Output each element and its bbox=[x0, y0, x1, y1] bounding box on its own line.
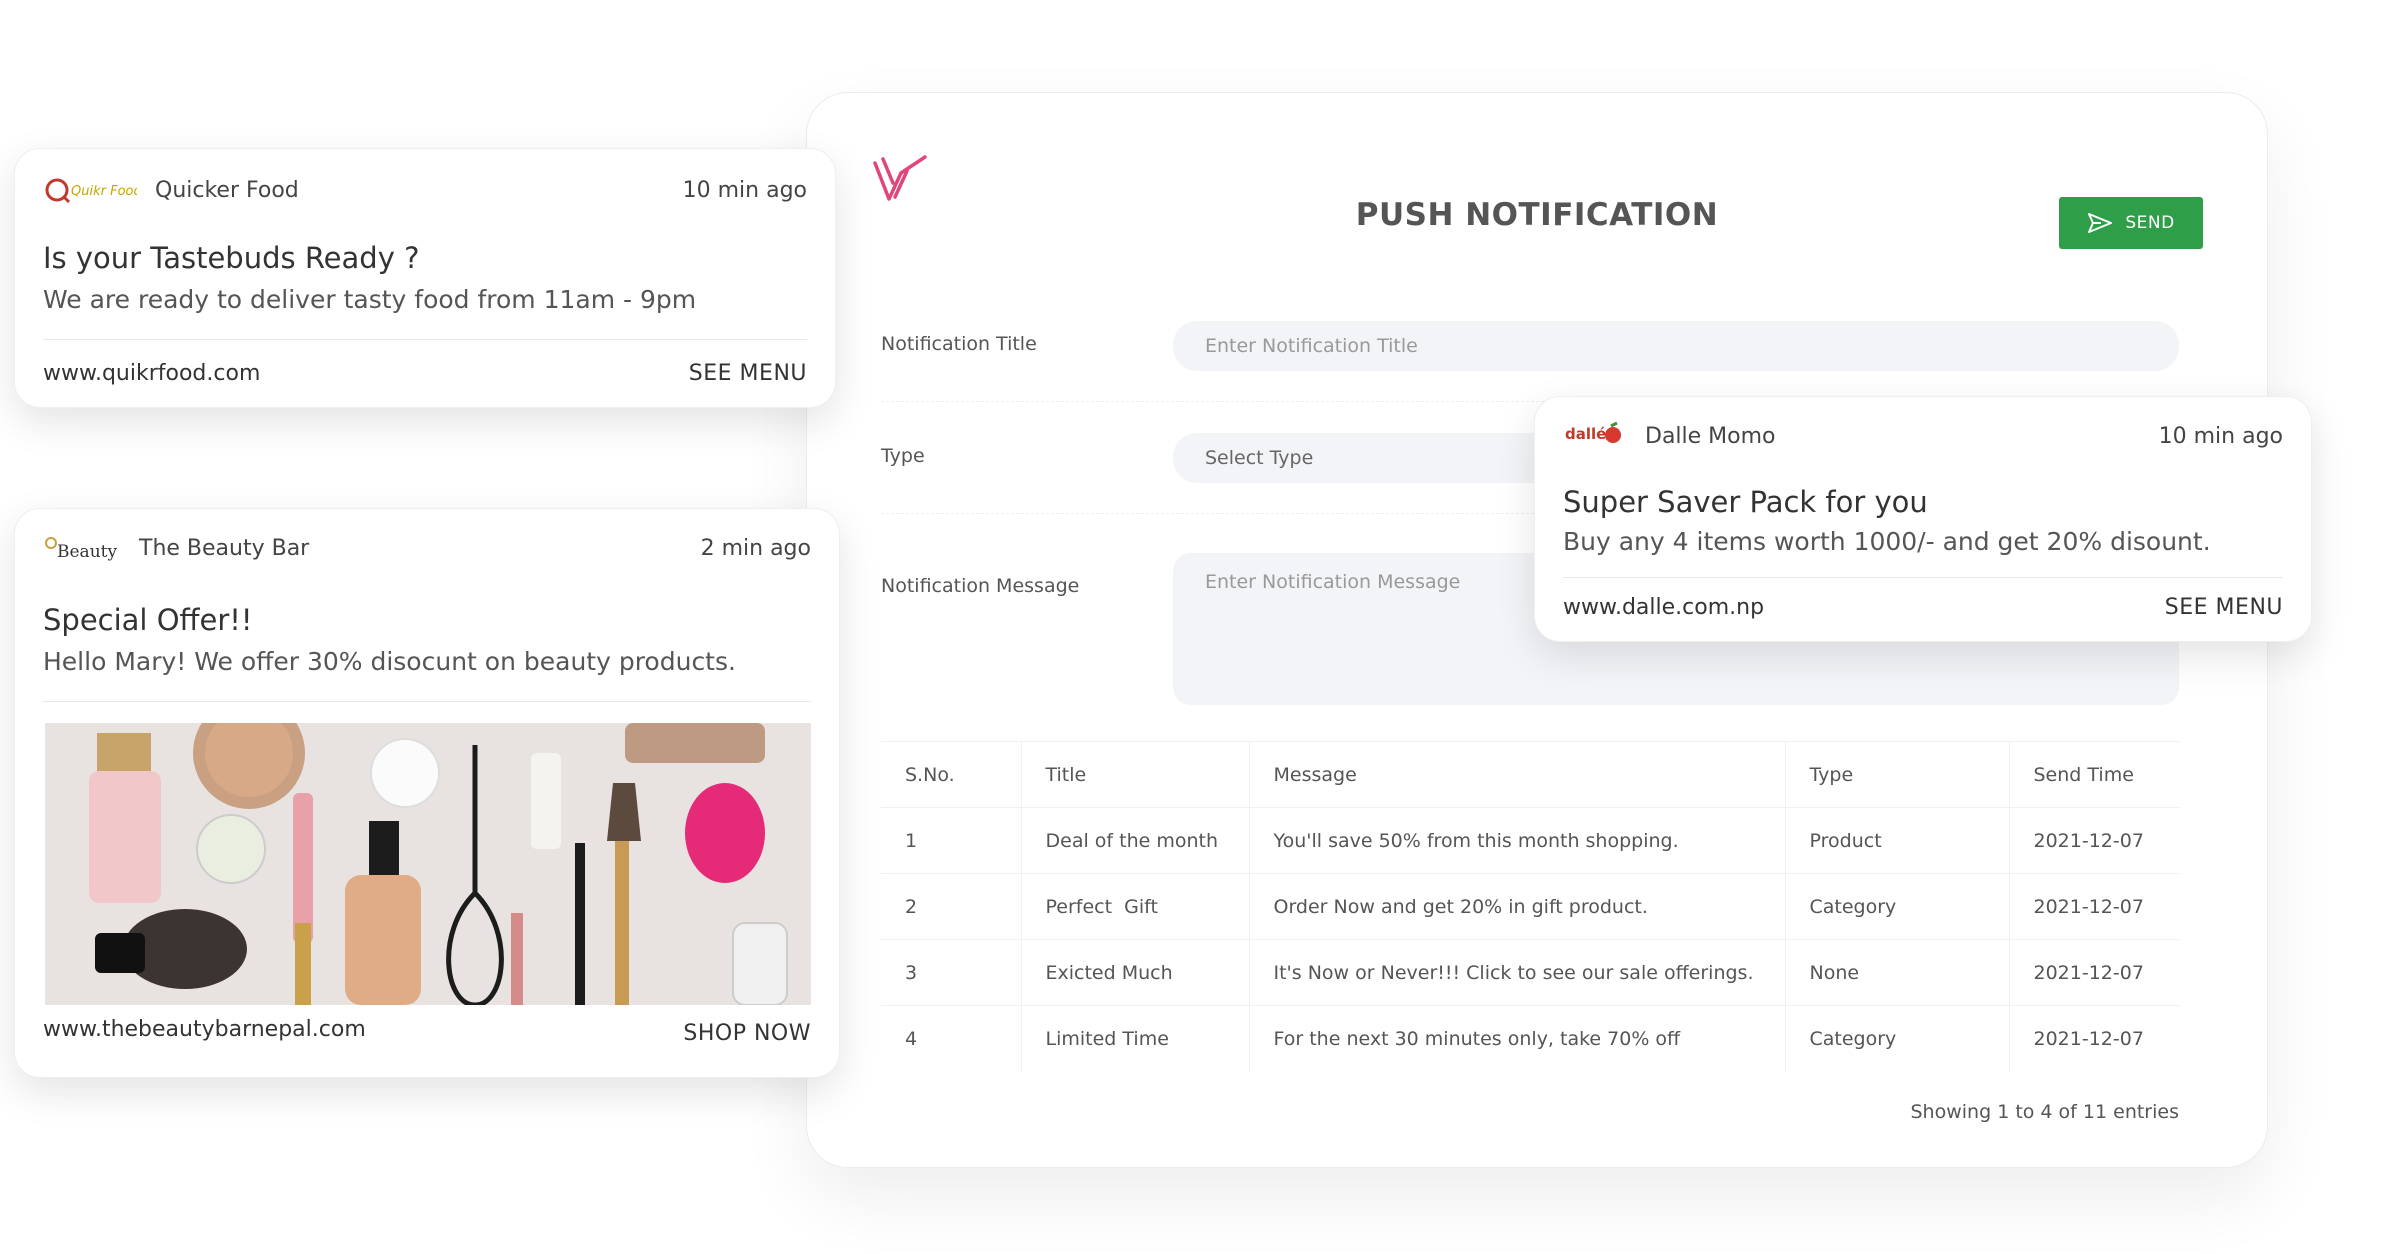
cell-send-time: 2021-12-07 bbox=[2009, 1005, 2179, 1072]
notification-table: S.No. Title Message Type Send Time 1 Dea… bbox=[881, 741, 2179, 1072]
notification-card-beauty-bar[interactable]: Beauty The Beauty Bar 2 min ago Special … bbox=[14, 508, 840, 1078]
notification-card-dalle-momo[interactable]: dallé Dalle Momo 10 min ago Super Saver … bbox=[1534, 396, 2312, 642]
card-url-link[interactable]: www.thebeautybarnepal.com bbox=[43, 1017, 366, 1042]
cell-message: For the next 30 minutes only, take 70% o… bbox=[1249, 1005, 1786, 1072]
cell-message: It's Now or Never!!! Click to see our sa… bbox=[1249, 939, 1786, 1006]
notification-message: We are ready to deliver tasty food from … bbox=[43, 285, 697, 314]
cell-message: You'll save 50% from this month shopping… bbox=[1249, 807, 1786, 874]
cell-title: Exicted Much bbox=[1021, 939, 1250, 1006]
quicker-food-logo-icon: Quikr Food bbox=[43, 175, 137, 205]
cell-sno: 2 bbox=[881, 873, 1022, 940]
table-row[interactable]: 3 Exicted Much It's Now or Never!!! Clic… bbox=[881, 939, 2179, 1006]
notification-message-label: Notification Message bbox=[881, 575, 1080, 597]
table-row[interactable]: 4 Limited Time For the next 30 minutes o… bbox=[881, 1005, 2179, 1072]
notification-card-quicker-food[interactable]: Quikr Food Quicker Food 10 min ago Is yo… bbox=[14, 148, 836, 408]
table-row[interactable]: 2 Perfect Gift Order Now and get 20% in … bbox=[881, 873, 2179, 940]
pagination-info: Showing 1 to 4 of 11 entries bbox=[1910, 1101, 2180, 1123]
cell-send-time: 2021-12-07 bbox=[2009, 807, 2179, 874]
column-header: S.No. bbox=[881, 741, 1022, 808]
table-header-row: S.No. Title Message Type Send Time bbox=[881, 741, 2179, 808]
cell-sno: 4 bbox=[881, 1005, 1022, 1072]
beauty-bar-logo-icon: Beauty bbox=[43, 533, 121, 563]
column-header: Type bbox=[1785, 741, 2010, 808]
quicker-logo-text: Quikr Food bbox=[71, 184, 137, 199]
dalle-logo-text: dallé bbox=[1565, 425, 1606, 443]
cell-send-time: 2021-12-07 bbox=[2009, 939, 2179, 1006]
send-button[interactable]: SEND bbox=[2059, 197, 2203, 249]
cell-message: Order Now and get 20% in gift product. bbox=[1249, 873, 1786, 940]
notification-title: Special Offer!! bbox=[43, 603, 253, 637]
cell-sno: 3 bbox=[881, 939, 1022, 1006]
send-icon bbox=[2088, 213, 2113, 233]
notification-message: Hello Mary! We offer 30% disocunt on bea… bbox=[43, 647, 736, 676]
card-divider bbox=[43, 339, 807, 340]
notification-title: Super Saver Pack for you bbox=[1563, 485, 1928, 519]
cell-title: Perfect Gift bbox=[1021, 873, 1250, 940]
cell-title: Limited Time bbox=[1021, 1005, 1250, 1072]
card-divider bbox=[1563, 577, 2283, 578]
beauty-logo-text: Beauty bbox=[57, 542, 117, 562]
column-header: Title bbox=[1021, 741, 1250, 808]
notification-title-label: Notification Title bbox=[881, 333, 1037, 355]
timestamp: 10 min ago bbox=[682, 177, 807, 203]
see-menu-button[interactable]: SEE MENU bbox=[2165, 595, 2283, 620]
beauty-products-image bbox=[45, 723, 811, 1005]
column-header: Message bbox=[1249, 741, 1786, 808]
send-label: SEND bbox=[2125, 213, 2175, 233]
cell-sno: 1 bbox=[881, 807, 1022, 874]
shop-now-button[interactable]: SHOP NOW bbox=[683, 1021, 811, 1046]
cell-title: Deal of the month bbox=[1021, 807, 1250, 874]
timestamp: 2 min ago bbox=[700, 535, 811, 561]
notification-title: Is your Tastebuds Ready ? bbox=[43, 241, 420, 275]
column-header: Send Time bbox=[2033, 763, 2134, 786]
cell-type: Category bbox=[1785, 1005, 2010, 1072]
brand-name: Quicker Food bbox=[155, 177, 299, 203]
table-row[interactable]: 1 Deal of the month You'll save 50% from… bbox=[881, 807, 2179, 874]
type-label: Type bbox=[881, 445, 925, 467]
card-url-link[interactable]: www.dalle.com.np bbox=[1563, 595, 1764, 620]
page-title: PUSH NOTIFICATION bbox=[1355, 197, 1719, 233]
cell-send-time: 2021-12-07 bbox=[2009, 873, 2179, 940]
cell-type: Product bbox=[1785, 807, 2010, 874]
dalle-momo-logo-icon: dallé bbox=[1563, 421, 1627, 451]
brand-name: Dalle Momo bbox=[1645, 423, 1776, 449]
card-url-link[interactable]: www.quikrfood.com bbox=[43, 361, 260, 386]
cell-type: None bbox=[1785, 939, 2010, 1006]
cell-type: Category bbox=[1785, 873, 2010, 940]
notification-message: Buy any 4 items worth 1000/- and get 20%… bbox=[1563, 527, 2211, 556]
brand-name: The Beauty Bar bbox=[139, 535, 310, 561]
timestamp: 10 min ago bbox=[2158, 423, 2283, 449]
see-menu-button[interactable]: SEE MENU bbox=[689, 361, 807, 386]
notification-title-input[interactable]: Enter Notification Title bbox=[1173, 321, 2179, 371]
card-divider bbox=[43, 701, 811, 702]
